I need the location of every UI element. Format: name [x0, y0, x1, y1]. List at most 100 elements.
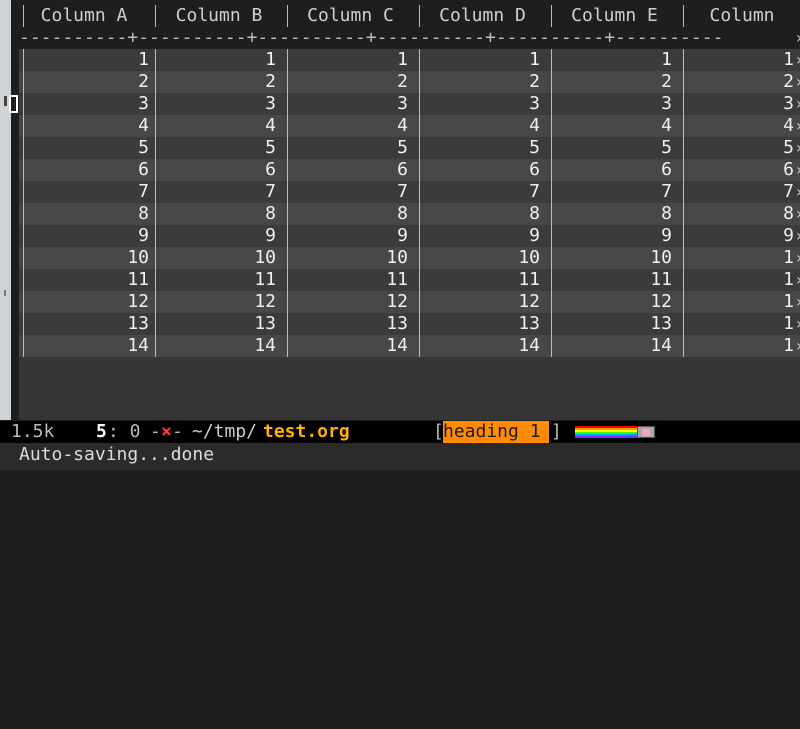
table-cell[interactable]: 1	[684, 335, 794, 357]
table-cell[interactable]: 1	[684, 247, 794, 269]
table-cell[interactable]: 13	[166, 313, 276, 335]
table-cell[interactable]: 6	[29, 159, 149, 181]
column-header[interactable]: Column	[684, 5, 800, 27]
table-cell[interactable]: 7	[562, 181, 672, 203]
table-cell[interactable]: 10	[166, 247, 276, 269]
table-cell[interactable]: 14	[562, 335, 672, 357]
table-cell[interactable]: 4	[430, 115, 540, 137]
table-cell[interactable]: 9	[166, 225, 276, 247]
table-cell[interactable]: 13	[298, 313, 408, 335]
table-row[interactable]: 12 12 12 12 12 1»	[19, 291, 800, 313]
table-cell[interactable]: 2	[684, 71, 794, 93]
table-row[interactable]: 222222»	[19, 71, 800, 93]
column-header[interactable]: Column E	[552, 5, 677, 27]
table-cell[interactable]: 6	[684, 159, 794, 181]
table-row[interactable]: 444444»	[19, 115, 800, 137]
table-cell[interactable]: 8	[166, 203, 276, 225]
column-header[interactable]: Column B	[156, 5, 282, 27]
table-cell[interactable]: 9	[430, 225, 540, 247]
table-cell[interactable]: 14	[298, 335, 408, 357]
table-cell[interactable]: 6	[298, 159, 408, 181]
table-cell[interactable]: 12	[166, 291, 276, 313]
table-row[interactable]: 555555»	[19, 137, 800, 159]
table-cell[interactable]: 10	[29, 247, 149, 269]
table-cell[interactable]: 8	[562, 203, 672, 225]
table-cell[interactable]: 1	[166, 49, 276, 71]
buffer-empty-area[interactable]	[19, 357, 800, 420]
table-row[interactable]: 888888»	[19, 203, 800, 225]
table-cell[interactable]: 13	[430, 313, 540, 335]
table-row[interactable]: 111111»	[19, 49, 800, 71]
table-cell[interactable]: 8	[430, 203, 540, 225]
table-cell[interactable]: 5	[166, 137, 276, 159]
table-cell[interactable]: 1	[684, 291, 794, 313]
table-cell[interactable]: 11	[298, 269, 408, 291]
nyan-cat-icon[interactable]	[575, 425, 657, 439]
table-cell[interactable]: 4	[562, 115, 672, 137]
table-cell[interactable]: 7	[29, 181, 149, 203]
table-cell[interactable]: 14	[430, 335, 540, 357]
table-cell[interactable]: 7	[298, 181, 408, 203]
table-cell[interactable]: 5	[562, 137, 672, 159]
table-cell[interactable]: 3	[684, 93, 794, 115]
table-cell[interactable]: 9	[562, 225, 672, 247]
table-row[interactable]: 10 10 10 10 10 1»	[19, 247, 800, 269]
table-row[interactable]: 13 13 13 13 13 1»	[19, 313, 800, 335]
table-cell[interactable]: 3	[298, 93, 408, 115]
table-cell[interactable]: 11	[166, 269, 276, 291]
table-cell[interactable]: 3	[430, 93, 540, 115]
table-cell[interactable]: 9	[684, 225, 794, 247]
table-cell[interactable]: 8	[684, 203, 794, 225]
table-row[interactable]: 666666»	[19, 159, 800, 181]
table-row[interactable]: 333333»	[19, 93, 800, 115]
table-cell[interactable]: 3	[562, 93, 672, 115]
table-cell[interactable]: 12	[29, 291, 149, 313]
org-table[interactable]: Column A Column B Column C Column D Column E…	[19, 0, 800, 357]
table-cell[interactable]: 7	[430, 181, 540, 203]
table-cell[interactable]: 7	[684, 181, 794, 203]
table-cell[interactable]: 3	[29, 93, 149, 115]
table-cell[interactable]: 10	[298, 247, 408, 269]
table-cell[interactable]: 1	[684, 269, 794, 291]
table-cell[interactable]: 5	[29, 137, 149, 159]
table-cell[interactable]: 9	[298, 225, 408, 247]
table-cell[interactable]: 6	[430, 159, 540, 181]
table-row[interactable]: 11111111111»	[19, 269, 800, 291]
table-cell[interactable]: 4	[29, 115, 149, 137]
table-cell[interactable]: 5	[684, 137, 794, 159]
org-buffer[interactable]: Column A Column B Column C Column D Column E…	[11, 0, 800, 420]
table-cell[interactable]: 4	[684, 115, 794, 137]
table-cell[interactable]: 1	[430, 49, 540, 71]
table-cell[interactable]: 10	[430, 247, 540, 269]
column-header[interactable]: Column D	[420, 5, 545, 27]
table-cell[interactable]: 6	[562, 159, 672, 181]
table-cell[interactable]: 13	[29, 313, 149, 335]
column-header[interactable]: Column A	[19, 5, 149, 27]
table-row[interactable]: 999999»	[19, 225, 800, 247]
table-cell[interactable]: 12	[430, 291, 540, 313]
table-cell[interactable]: 4	[298, 115, 408, 137]
table-cell[interactable]: 2	[430, 71, 540, 93]
column-header[interactable]: Column C	[288, 5, 413, 27]
table-cell[interactable]: 3	[166, 93, 276, 115]
table-cell[interactable]: 6	[166, 159, 276, 181]
table-cell[interactable]: 5	[430, 137, 540, 159]
table-cell[interactable]: 2	[29, 71, 149, 93]
table-cell[interactable]: 2	[562, 71, 672, 93]
table-cell[interactable]: 11	[430, 269, 540, 291]
table-cell[interactable]: 10	[562, 247, 672, 269]
buffer-filename[interactable]: test.org	[263, 421, 350, 443]
table-cell[interactable]: 1	[29, 49, 149, 71]
table-row[interactable]: 14 14 14 14 14 1»	[19, 335, 800, 357]
table-cell[interactable]: 5	[298, 137, 408, 159]
table-cell[interactable]: 2	[298, 71, 408, 93]
table-cell[interactable]: 4	[166, 115, 276, 137]
table-cell[interactable]: 14	[166, 335, 276, 357]
table-cell[interactable]: 14	[29, 335, 149, 357]
table-cell[interactable]: 11	[562, 269, 672, 291]
current-heading[interactable]: heading 1	[443, 421, 549, 443]
table-cell[interactable]: 2	[166, 71, 276, 93]
table-cell[interactable]: 12	[562, 291, 672, 313]
table-row[interactable]: 777777»	[19, 181, 800, 203]
table-cell[interactable]: 12	[298, 291, 408, 313]
